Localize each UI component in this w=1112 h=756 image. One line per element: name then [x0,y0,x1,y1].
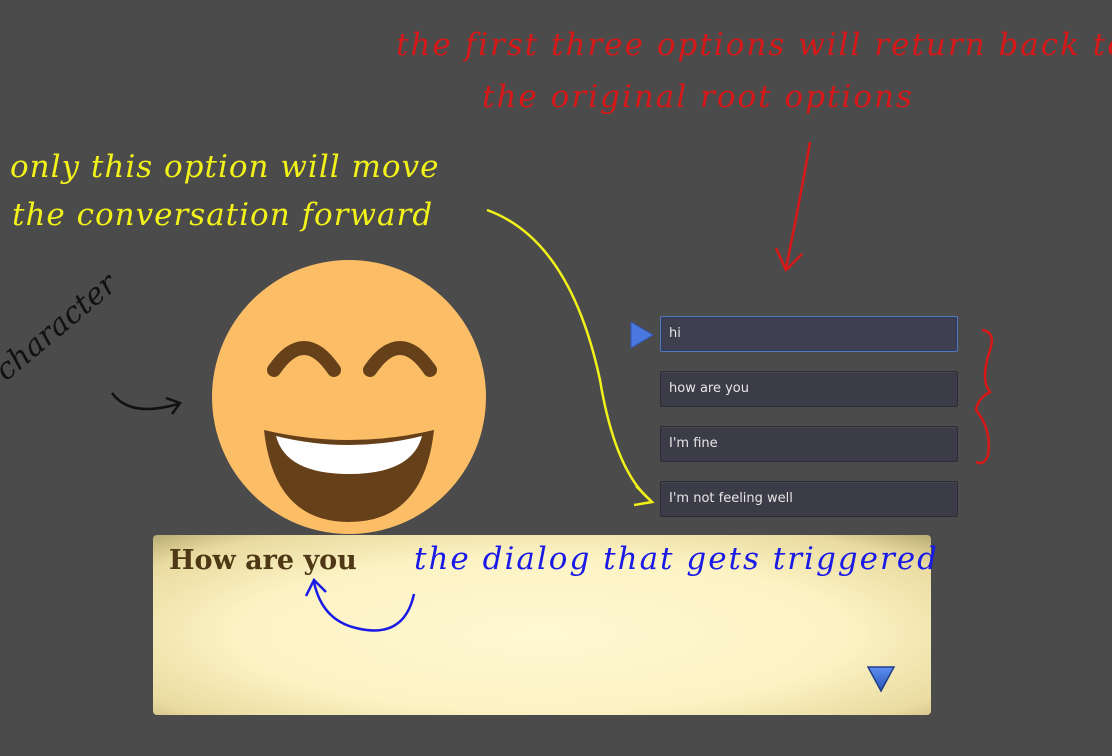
blue-arrow [312,581,416,632]
annotation-arrows [110,141,993,632]
red-arrow [784,141,812,269]
black-arrow [110,392,179,411]
red-brace [974,328,993,465]
yellow-arrow [486,208,651,501]
